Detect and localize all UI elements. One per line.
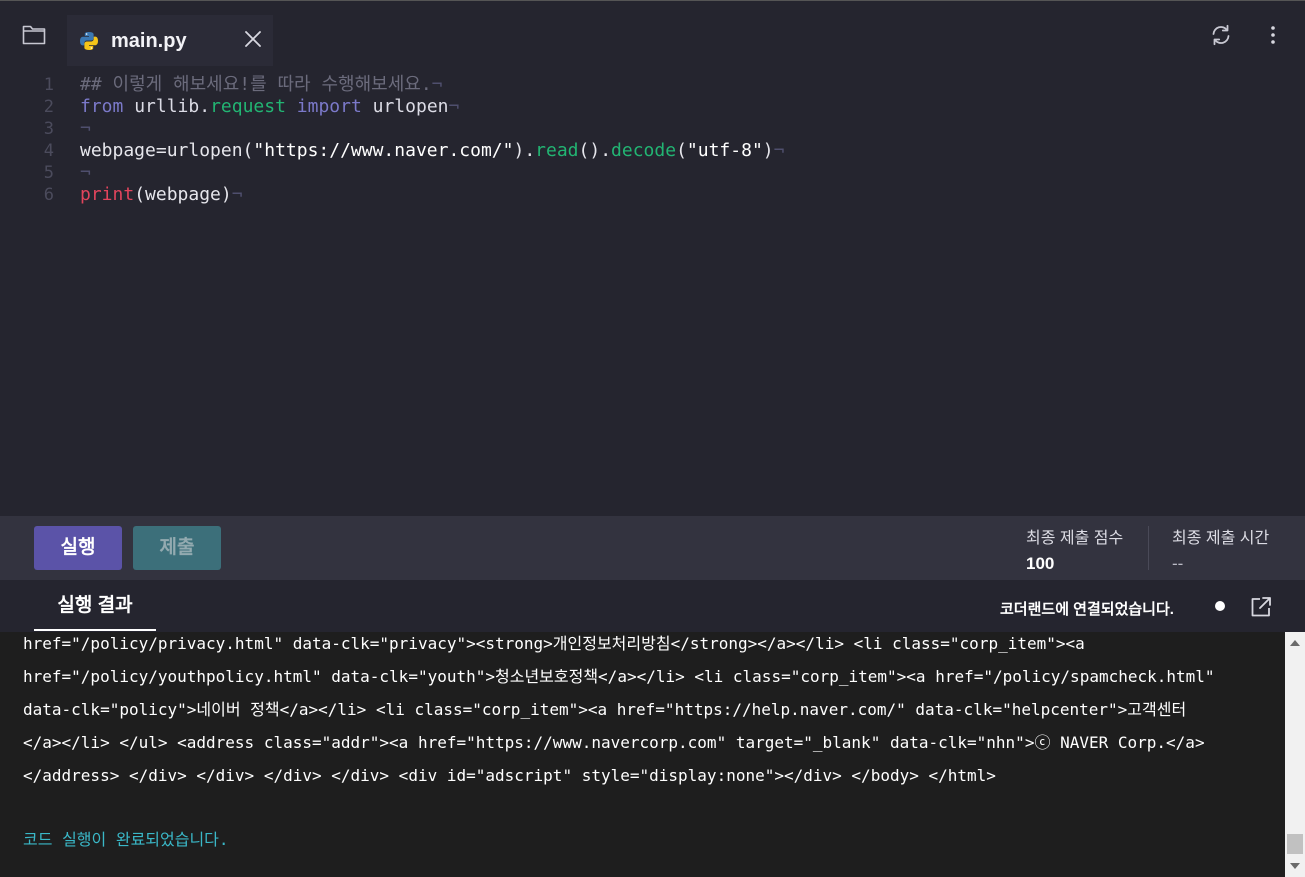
output-scrollbar[interactable] <box>1285 632 1305 877</box>
file-tab[interactable]: main.py <box>67 15 273 67</box>
code-token: import <box>296 96 362 117</box>
external-link-icon[interactable] <box>1249 595 1273 619</box>
code-token: urllib. <box>123 96 211 117</box>
line-number: 6 <box>43 185 54 205</box>
tab-filename: main.py <box>111 30 187 52</box>
code-token: (webpage) <box>134 184 232 205</box>
code-line[interactable]: 5 ¬ <box>0 162 1305 184</box>
run-button[interactable]: 실행 <box>34 526 122 570</box>
code-token: "utf-8" <box>686 140 763 161</box>
submit-button[interactable]: 제출 <box>133 526 221 570</box>
line-number: 1 <box>43 75 54 95</box>
code-token: urlopen <box>361 96 449 117</box>
code-text: from urllib.request import urlopen¬ <box>80 96 459 118</box>
code-line[interactable]: 6 print(webpage)¬ <box>0 184 1305 206</box>
final-score-value: 100 <box>1026 554 1055 573</box>
code-token: "https://www.naver.com/" <box>253 140 514 161</box>
code-line[interactable]: 3 ¬ <box>0 118 1305 140</box>
editor-tab-bar: main.py <box>0 0 1305 67</box>
final-submit-time-label: 최종 제출 시간 <box>1172 530 1270 547</box>
python-icon <box>80 32 98 50</box>
code-token: ¬ <box>431 74 443 95</box>
connection-indicator <box>1215 601 1225 611</box>
refresh-icon[interactable] <box>1209 23 1233 47</box>
code-text: ¬ <box>80 162 91 184</box>
code-editor[interactable]: 1 ## 이렇게 해보세요!를 따라 수행해보세요.¬ 2 from urllib.r… <box>0 66 1305 516</box>
code-token: ) <box>762 140 774 161</box>
output-line: </a></li> </ul> <address class="addr"><a… <box>23 733 1205 752</box>
output-console: href="/policy/privacy.html" data-clk="pr… <box>0 632 1285 877</box>
code-token: ¬ <box>773 140 785 161</box>
code-token: request <box>210 96 286 117</box>
final-score-label: 최종 제출 점수 <box>1026 530 1124 547</box>
code-token: webpage=urlopen( <box>80 140 254 161</box>
code-text: ¬ <box>80 118 91 140</box>
output-line: </address> </div> </div> </div> </div> <… <box>23 766 996 785</box>
final-submit-time: 최종 제출 시간 -- <box>1172 524 1269 574</box>
line-number: 3 <box>43 119 54 139</box>
line-number: 5 <box>43 163 54 183</box>
code-line[interactable]: 1 ## 이렇게 해보세요!를 따라 수행해보세요.¬ <box>0 74 1305 96</box>
output-line: href="/policy/privacy.html" data-clk="pr… <box>23 634 1085 653</box>
code-line[interactable]: 2 from urllib.request import urlopen¬ <box>0 96 1305 118</box>
code-token: ¬ <box>80 162 91 183</box>
scroll-up-arrow-icon[interactable] <box>1290 640 1300 646</box>
code-token: ## 이렇게 해보세요!를 따라 수행해보세요. <box>80 74 432 95</box>
output-line: href="/policy/youthpolicy.html" data-clk… <box>23 667 1215 686</box>
action-toolbar: 실행 제출 최종 제출 점수 100 최종 제출 시간 -- <box>0 516 1305 580</box>
close-icon[interactable] <box>243 29 263 49</box>
connection-status: 코더랜드에 연결되었습니다. <box>1000 601 1174 618</box>
output-line: data-clk="policy">네이버 정책</a></li> <li cl… <box>23 700 1187 719</box>
code-text: webpage=urlopen("https://www.naver.com/"… <box>80 140 784 162</box>
stat-divider <box>1148 526 1149 570</box>
code-token: from <box>80 96 124 117</box>
code-token: ¬ <box>231 184 243 205</box>
line-number: 4 <box>43 141 54 161</box>
code-token: print <box>80 184 135 205</box>
line-number: 2 <box>43 97 54 117</box>
code-token: decode <box>611 140 677 161</box>
run-complete-message: 코드 실행이 완료되었습니다. <box>23 830 229 849</box>
folder-icon[interactable] <box>22 23 46 45</box>
code-text: print(webpage)¬ <box>80 184 243 206</box>
code-token: read <box>535 140 579 161</box>
final-score: 최종 제출 점수 100 <box>1026 524 1123 574</box>
scroll-thumb[interactable] <box>1287 834 1303 854</box>
code-token: ( <box>676 140 687 161</box>
code-token: ). <box>513 140 536 161</box>
code-text: ## 이렇게 해보세요!를 따라 수행해보세요.¬ <box>80 74 443 96</box>
code-line[interactable]: 4 webpage=urlopen("https://www.naver.com/… <box>0 140 1305 162</box>
output-header: 실행 결과 코더랜드에 연결되었습니다. <box>0 580 1305 632</box>
code-token: ¬ <box>448 96 460 117</box>
code-token: (). <box>578 140 612 161</box>
more-vertical-icon[interactable] <box>1263 24 1283 46</box>
scroll-down-arrow-icon[interactable] <box>1290 863 1300 869</box>
code-token: ¬ <box>80 118 91 139</box>
final-submit-time-value: -- <box>1172 554 1184 573</box>
tab-run-result[interactable]: 실행 결과 <box>34 580 156 631</box>
